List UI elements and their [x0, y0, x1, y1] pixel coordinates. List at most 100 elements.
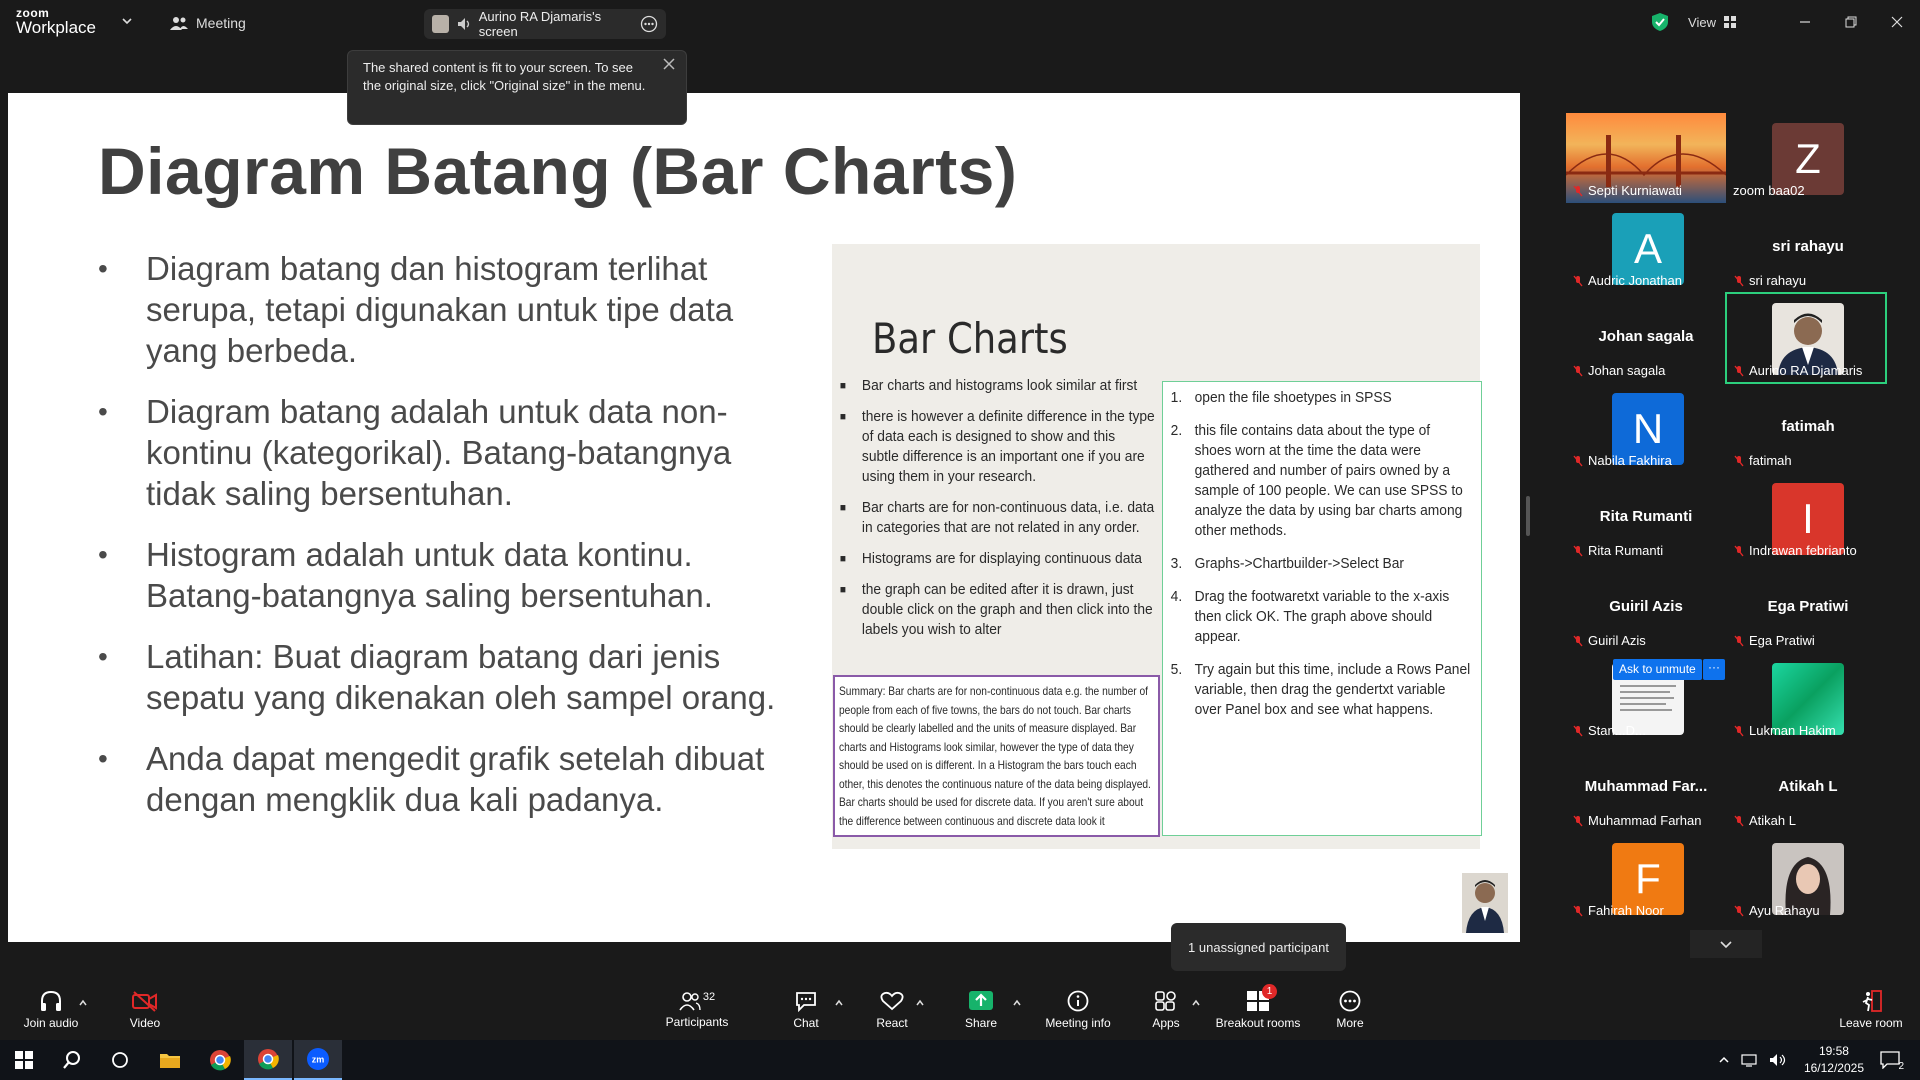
meeting-tab[interactable]: Meeting: [170, 12, 246, 34]
avatar-letter: A: [1633, 225, 1662, 272]
embedded-step: 5. Try again but this time, include a Row…: [1167, 660, 1471, 720]
avatar-letter: F: [1635, 855, 1661, 902]
network-icon[interactable]: [1736, 1040, 1764, 1080]
close-icon[interactable]: [1874, 0, 1920, 44]
apps-icon: [1154, 990, 1178, 1012]
volume-icon[interactable]: [1764, 1040, 1792, 1080]
active-speaker-frame: [1725, 292, 1887, 384]
chevron-down-icon[interactable]: [120, 14, 134, 28]
share-label: Share: [964, 1016, 998, 1030]
leave-room-button[interactable]: Leave room: [1838, 980, 1904, 1040]
more-button[interactable]: More: [1330, 980, 1370, 1040]
slide-bullet: Anda dapat mengedit grafik setelah dibua…: [98, 738, 778, 820]
chat-button[interactable]: Chat: [786, 980, 826, 1040]
more-icon: [1338, 990, 1362, 1012]
avatar-letter: I: [1802, 495, 1814, 542]
participant-name-tag: Johan sagala: [1572, 363, 1665, 378]
embedded-list-item: the graph can be edited after it is draw…: [838, 580, 1155, 640]
participant-name-tag: zoom baa02: [1733, 183, 1805, 198]
embedded-title: Bar Charts: [872, 314, 1068, 363]
video-button[interactable]: Video: [120, 980, 170, 1040]
task-view-icon[interactable]: [96, 1040, 144, 1080]
mic-muted-icon: [1573, 635, 1583, 646]
participant-name: Audric Jonathan: [1588, 273, 1682, 288]
embedded-step: 1. open the file shoetypes in SPSS: [1167, 388, 1471, 408]
meeting-info-button[interactable]: Meeting info: [1040, 980, 1116, 1040]
share-button[interactable]: Share: [958, 980, 1004, 1040]
participant-display-name: Ega Pratiwi: [1767, 598, 1849, 615]
chevron-up-icon[interactable]: [834, 998, 844, 1008]
mic-muted-icon: [1573, 275, 1583, 286]
chevron-up-icon[interactable]: [1012, 998, 1022, 1008]
participant-display-name: Atikah L: [1778, 778, 1838, 795]
join-audio-button[interactable]: Join audio: [18, 980, 84, 1040]
participant-name: Nabila Fakhira: [1588, 453, 1672, 468]
participant-name-tag: Muhammad Farhan: [1572, 813, 1701, 828]
step-text: Drag the footwaretxt variable to the x-a…: [1194, 588, 1450, 645]
close-icon[interactable]: [662, 57, 676, 71]
step-number: 2.: [1170, 422, 1183, 439]
more-options-icon[interactable]: [640, 15, 658, 33]
mic-muted-icon: [1734, 905, 1744, 916]
participants-icon-group: 32: [679, 991, 715, 1011]
file-explorer-icon[interactable]: [146, 1040, 194, 1080]
participant-name-tag: Indrawan febrianto: [1733, 543, 1857, 558]
mic-muted-icon: [1734, 545, 1744, 556]
embedded-summary-box: Summary: Bar charts are for non-continuo…: [833, 675, 1160, 837]
shared-screen-label: Aurino RA Djamaris's screen: [478, 9, 602, 39]
windows-taskbar: zm 19:58 16/12/2025 2: [0, 1040, 1920, 1080]
breakout-rooms-button[interactable]: 1 Breakout rooms: [1215, 980, 1301, 1040]
participant-name: Guiril Azis: [1588, 633, 1646, 648]
participant-name-tag: Guiril Azis: [1572, 633, 1646, 648]
embedded-steps-box: 1. open the file shoetypes in SPSS 2. this…: [1162, 381, 1482, 836]
minimize-icon[interactable]: [1782, 0, 1828, 44]
workplace-logo: Workplace: [16, 18, 96, 37]
mic-muted-icon: [1734, 455, 1744, 466]
react-button[interactable]: React: [872, 980, 912, 1040]
chevron-up-icon[interactable]: [915, 998, 925, 1008]
embedded-list-item: Bar charts and histograms look similar a…: [838, 376, 1155, 396]
chrome-profile-icon[interactable]: [244, 1040, 292, 1080]
chrome-icon[interactable]: [196, 1040, 244, 1080]
participant-display-name: Johan sagala: [1598, 328, 1694, 345]
participant-name: Rita Rumanti: [1588, 543, 1664, 558]
apps-button[interactable]: Apps: [1146, 980, 1186, 1040]
breakout-icon-group: 1: [1246, 984, 1277, 1012]
view-button[interactable]: View: [1688, 15, 1736, 30]
breakout-rooms-label: Breakout rooms: [1215, 1016, 1301, 1030]
slide-bullet: Diagram batang dan histogram terlihat se…: [98, 248, 778, 371]
participant-name-tag: sri rahayu: [1733, 273, 1806, 288]
summary-text: Summary: Bar charts are for non-continuo…: [839, 684, 1151, 828]
step-text: Graphs->Chartbuilder->Select Bar: [1194, 555, 1405, 572]
people-icon: [679, 991, 701, 1011]
avatar: [432, 15, 449, 33]
participants-label: Participants: [665, 1015, 729, 1029]
scroll-down-button[interactable]: [1690, 930, 1762, 958]
participant-display-name: Muhammad Far...: [1584, 778, 1708, 795]
ask-to-unmute-button[interactable]: Ask to unmute: [1613, 659, 1702, 680]
zoom-app-icon[interactable]: zm: [294, 1040, 342, 1080]
chevron-up-icon[interactable]: [1712, 1040, 1736, 1080]
notification-badge: 1: [1262, 984, 1277, 999]
restore-icon[interactable]: [1828, 0, 1874, 44]
panel-resize-handle[interactable]: [1526, 496, 1530, 536]
notifications-icon[interactable]: 2: [1866, 1040, 1914, 1080]
grid-icon: [1724, 16, 1736, 28]
participant-more-button[interactable]: ···: [1703, 659, 1725, 680]
chevron-up-icon[interactable]: [1191, 998, 1201, 1008]
shared-screen-tab[interactable]: Aurino RA Djamaris's screen: [424, 9, 666, 39]
chevron-down-icon: [1718, 936, 1734, 952]
windows-start-icon[interactable]: [0, 1040, 48, 1080]
participants-button[interactable]: 32 Participants: [660, 980, 734, 1040]
step-text: this file contains data about the type o…: [1194, 422, 1463, 539]
mic-muted-icon: [1573, 545, 1583, 556]
taskbar-clock[interactable]: 19:58 16/12/2025: [1804, 1043, 1864, 1077]
mic-muted-icon: [1573, 725, 1583, 736]
participant-name-tag: fatimah: [1733, 453, 1792, 468]
participant-display-name: fatimah: [1781, 418, 1835, 435]
speaker-icon: [457, 17, 471, 31]
search-icon[interactable]: [48, 1040, 96, 1080]
chevron-up-icon[interactable]: [78, 998, 88, 1008]
participant-name: Muhammad Farhan: [1588, 813, 1702, 828]
encryption-shield-icon[interactable]: [1650, 12, 1670, 32]
